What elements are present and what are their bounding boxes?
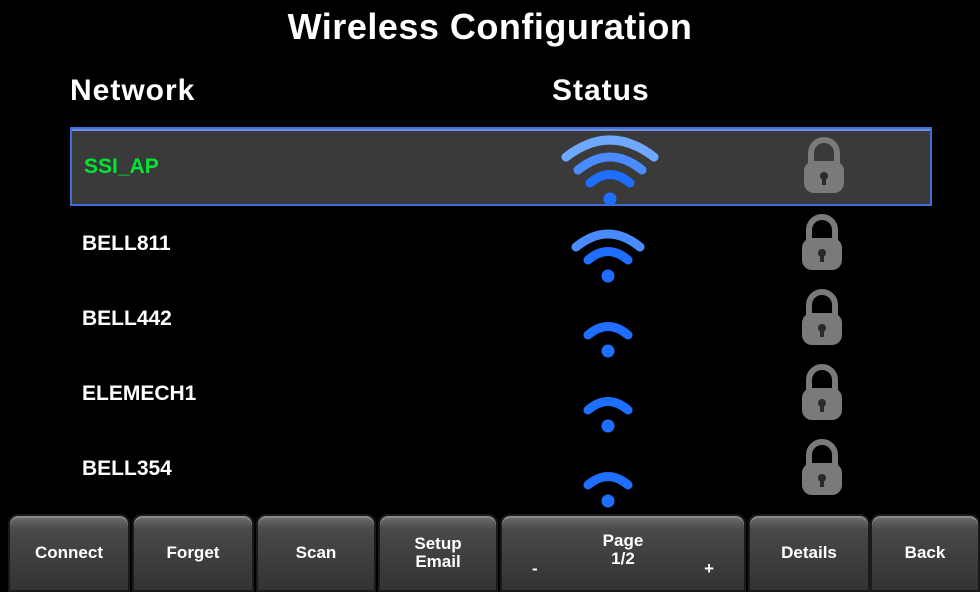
back-label: Back [904,543,946,562]
forget-button[interactable]: Forget [132,514,254,592]
wifi-signal-icon [583,472,633,508]
network-list: SSI_AP BELL811 BELL442 ELEMECH1 BELL354 [70,127,932,508]
back-button[interactable]: Back [870,514,980,592]
wifi-signal-icon [561,135,659,206]
details-label: Details [781,543,837,562]
page-next-button[interactable]: + [704,560,714,578]
connect-label: Connect [35,543,103,562]
details-button[interactable]: Details [748,514,870,592]
wifi-signal-icon [583,322,633,358]
network-row[interactable]: ELEMECH1 [70,356,932,433]
status-column-header: Status [552,74,650,107]
setup-email-label-line2: Email [415,552,461,571]
scan-button[interactable]: Scan [256,514,376,592]
page-prev-button[interactable]: - [532,560,538,578]
lock-icon [802,364,842,420]
wifi-signal-icon [583,397,633,433]
wifi-signal-icon [571,229,645,283]
network-row[interactable]: SSI_AP [70,127,932,206]
network-row[interactable]: BELL442 [70,281,932,358]
network-name: BELL442 [82,307,172,330]
lock-icon [802,439,842,495]
network-row[interactable]: BELL354 [70,431,932,508]
lock-icon [802,289,842,345]
scan-label: Scan [295,543,337,562]
network-column-header: Network [70,74,196,107]
network-row[interactable]: BELL811 [70,206,932,283]
lock-icon [804,137,844,193]
page-title: Wireless Configuration [287,6,693,47]
page-button[interactable]: Page 1/2 - + [500,514,746,592]
network-name: BELL811 [82,232,171,255]
network-name: ELEMECH1 [82,382,197,405]
setup-email-label-line1: Setup [414,534,462,553]
setup-email-button[interactable]: Setup Email [378,514,498,592]
connect-button[interactable]: Connect [8,514,130,592]
softkey-bar: Connect Forget Scan Setup Email Page 1/2… [0,514,980,592]
network-name: BELL354 [82,457,172,480]
forget-label: Forget [166,543,220,562]
page-label: Page [602,531,644,550]
lock-icon [802,214,842,270]
network-name: SSI_AP [84,155,159,178]
